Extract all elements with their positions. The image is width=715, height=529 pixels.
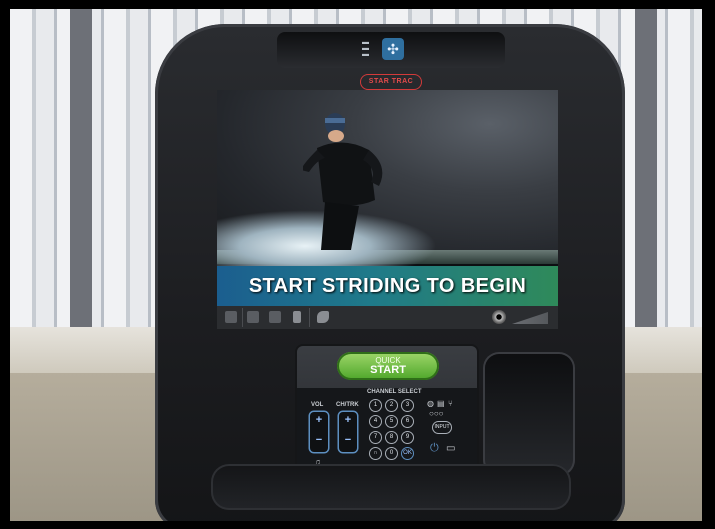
vol-label: VOL (311, 402, 324, 408)
key-2[interactable]: 2 (386, 400, 397, 411)
key-1[interactable]: 1 (370, 400, 381, 411)
channel-rocker[interactable]: + − (339, 412, 357, 452)
home-icon[interactable] (225, 311, 237, 323)
device-icon[interactable] (293, 311, 301, 323)
brand-logo: STAR TRAC (360, 74, 422, 90)
volume-up-button[interactable]: + (310, 414, 328, 426)
indicator-dots: ○○○ (429, 409, 444, 418)
quick-start-label-line2: START (370, 364, 406, 376)
tv-icon[interactable]: ▭ (446, 444, 455, 454)
key-8[interactable]: 8 (386, 432, 397, 443)
key-7[interactable]: 7 (370, 432, 381, 443)
key-6[interactable]: 6 (402, 416, 413, 427)
grid-icon[interactable] (247, 311, 259, 323)
image-frame: ▬ ▬ ▬ ✣ STAR TRAC START STRIDING TO BEGIN (0, 0, 715, 529)
power-icon[interactable]: ⏻ (430, 443, 439, 454)
runner-icon[interactable] (317, 311, 329, 323)
window-frame-right (635, 9, 657, 339)
treadmill-console: ▬ ▬ ▬ ✣ STAR TRAC START STRIDING TO BEGIN (155, 24, 625, 521)
key-3[interactable]: 3 (402, 400, 413, 411)
disc-icon[interactable] (492, 310, 506, 324)
headset-icon: ◍ (427, 399, 434, 408)
swimmer-figure (303, 113, 383, 250)
photo: ▬ ▬ ▬ ✣ STAR TRAC START STRIDING TO BEGIN (10, 9, 702, 521)
cup-holder (483, 352, 575, 476)
keypad-area: CHANNEL SELECT VOL CH/TRK + − + − 1 2 3 … (297, 388, 477, 472)
status-separator (242, 308, 243, 327)
usb-icon[interactable]: ⑂ (448, 400, 453, 408)
screen-icon[interactable] (269, 311, 281, 323)
key-5[interactable]: 5 (386, 416, 397, 427)
control-panel: QUICK START CHANNEL SELECT VOL CH/TRK + … (297, 346, 477, 472)
key-ok[interactable]: OK (402, 448, 413, 459)
accessory-tray (211, 464, 571, 510)
media-icon: ▤ (437, 399, 445, 408)
volume-rocker[interactable]: + − (310, 412, 328, 452)
fan-speed-indicator: ▬ ▬ ▬ (362, 39, 369, 58)
chtrk-label: CH/TRK (336, 402, 359, 408)
key-4[interactable]: 4 (370, 416, 381, 427)
status-separator (309, 308, 310, 327)
display-screen: START STRIDING TO BEGIN (217, 90, 558, 329)
fan-icon[interactable]: ✣ (382, 38, 404, 60)
window-frame-left (70, 9, 92, 339)
channel-up-button[interactable]: + (339, 414, 357, 426)
volume-down-button[interactable]: − (310, 434, 328, 446)
channel-select-label: CHANNEL SELECT (367, 389, 422, 395)
banner-text: START STRIDING TO BEGIN (248, 275, 527, 297)
input-button[interactable]: INPUT (433, 422, 451, 433)
channel-down-button[interactable]: − (339, 434, 357, 446)
key-9[interactable]: 9 (402, 432, 413, 443)
key-back[interactable]: ∩ (370, 448, 381, 459)
key-0[interactable]: 0 (386, 448, 397, 459)
